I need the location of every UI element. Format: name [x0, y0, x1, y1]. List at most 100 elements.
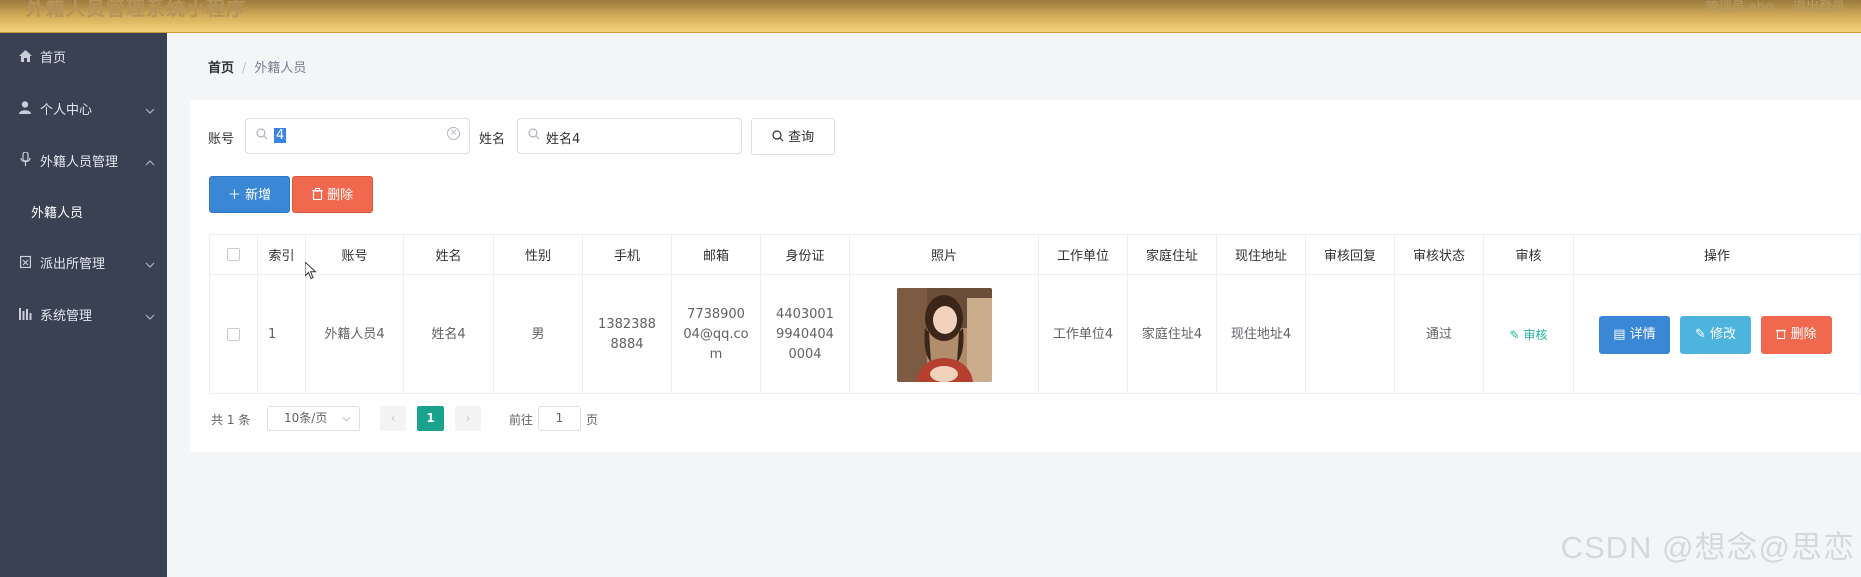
home-icon — [18, 33, 32, 85]
chevron-down-icon — [342, 407, 351, 430]
column-header: 工作单位 — [1039, 235, 1128, 275]
prev-page-button[interactable]: ‹ — [380, 406, 406, 431]
add-button[interactable]: ＋ 新增 — [209, 176, 290, 213]
document-icon: ▤ — [1613, 327, 1626, 342]
admin-label: 管理员 abo — [1705, 0, 1773, 15]
cell-audit-reply — [1306, 275, 1395, 394]
breadcrumb-current: 外籍人员 — [254, 61, 307, 76]
column-header: 索引 — [258, 235, 306, 275]
row-checkbox[interactable] — [227, 328, 240, 341]
column-header: 现住地址 — [1217, 235, 1306, 275]
breadcrumb-separator: / — [242, 61, 247, 76]
cell-current-address: 现住地址4 — [1217, 275, 1306, 394]
search-icon — [256, 128, 268, 143]
cell-account: 外籍人员4 — [306, 275, 404, 394]
account-search-input[interactable]: 4 × — [245, 118, 470, 154]
sidebar-item-label: 外籍人员管理 — [40, 155, 119, 170]
cell-phone: 13823888884 — [583, 275, 672, 394]
chevron-down-icon — [145, 239, 155, 291]
edit-icon: ✎ — [1509, 327, 1520, 342]
batch-delete-button[interactable]: 删除 — [292, 176, 373, 213]
data-table: 索引 账号 姓名 性别 手机 邮箱 身份证 照片 工作单位 家庭住址 现住地址 … — [209, 234, 1861, 394]
sidebar-item-label: 首页 — [40, 51, 67, 66]
sidebar-item-label: 个人中心 — [40, 103, 93, 118]
column-header: 手机 — [583, 235, 672, 275]
name-search-input[interactable]: 姓名4 — [517, 118, 742, 154]
watermark: CSDN @想念@思恋 — [1560, 530, 1855, 565]
sidebar-item-home[interactable]: 首页 — [0, 33, 167, 85]
sidebar-item-police-station[interactable]: 派出所管理 — [0, 239, 167, 291]
column-header: 姓名 — [404, 235, 494, 275]
logout-link[interactable]: 退出登录 — [1793, 0, 1845, 15]
trash-icon — [1776, 327, 1787, 342]
sidebar-item-personal-center[interactable]: 个人中心 — [0, 85, 167, 137]
detail-button[interactable]: ▤ 详情 — [1599, 316, 1670, 354]
next-page-button[interactable]: › — [455, 406, 481, 431]
name-label: 姓名 — [479, 132, 506, 147]
cell-photo — [850, 275, 1039, 394]
search-icon — [772, 130, 784, 145]
batch-delete-button-label: 删除 — [327, 188, 354, 203]
select-all-checkbox[interactable] — [227, 248, 240, 261]
sidebar-item-system-management[interactable]: 系统管理 — [0, 291, 167, 343]
row-checkbox-cell — [210, 275, 258, 394]
page-number-current[interactable]: 1 — [417, 406, 444, 431]
column-header: 邮箱 — [672, 235, 761, 275]
edit-icon: ✎ — [1694, 327, 1706, 342]
column-header: 审核状态 — [1395, 235, 1484, 275]
page-suffix: 页 — [586, 413, 599, 427]
audit-link[interactable]: ✎ 审核 — [1510, 325, 1548, 345]
sidebar-item-label: 系统管理 — [40, 309, 93, 324]
select-all-checkbox-cell — [210, 235, 258, 275]
sidebar-subitem-foreigner[interactable]: 外籍人员 — [0, 189, 167, 239]
top-header: 外籍人员管理系统小程序 管理员 abo 退出登录 — [0, 0, 1861, 33]
column-header: 照片 — [850, 235, 1039, 275]
chart-icon — [18, 291, 32, 343]
clipboard-icon — [18, 239, 32, 291]
breadcrumb: 首页 / 外籍人员 — [208, 57, 306, 76]
user-icon — [18, 85, 32, 137]
audit-link-label: 审核 — [1523, 327, 1548, 342]
cell-audit: ✎ 审核 — [1484, 275, 1574, 394]
column-header: 家庭住址 — [1128, 235, 1217, 275]
edit-button[interactable]: ✎ 修改 — [1680, 316, 1751, 354]
name-search-value: 姓名4 — [546, 132, 581, 147]
page-size-select[interactable]: 10条/页 — [267, 406, 360, 431]
delete-button-label: 删除 — [1790, 327, 1817, 342]
column-header: 账号 — [306, 235, 404, 275]
person-photo[interactable] — [896, 287, 992, 382]
cell-gender: 男 — [494, 275, 583, 394]
search-icon — [528, 128, 540, 143]
trash-icon — [311, 188, 323, 203]
breadcrumb-home[interactable]: 首页 — [208, 61, 234, 76]
cell-index: 1 — [258, 275, 306, 394]
account-search-value: 4 — [274, 128, 287, 143]
mic-icon — [18, 137, 32, 189]
goto-label: 前往 — [509, 413, 534, 427]
column-header: 身份证 — [761, 235, 850, 275]
detail-button-label: 详情 — [1629, 327, 1656, 342]
query-button[interactable]: 查询 — [751, 118, 835, 155]
goto-page-input[interactable]: 1 — [538, 406, 581, 431]
sidebar-item-foreigner-management[interactable]: 外籍人员管理 — [0, 137, 167, 189]
clear-icon[interactable]: × — [447, 127, 460, 140]
cell-home-address: 家庭住址4 — [1128, 275, 1217, 394]
sidebar-item-label: 派出所管理 — [40, 257, 106, 272]
delete-button[interactable]: 删除 — [1761, 316, 1832, 354]
chevron-up-icon — [145, 137, 155, 189]
sidebar: 首页 个人中心 外籍人员管理 外籍人员 派出所管理 系统管理 — [0, 33, 167, 577]
cell-work-unit: 工作单位4 — [1039, 275, 1128, 394]
column-header: 审核回复 — [1306, 235, 1395, 275]
chevron-down-icon — [145, 85, 155, 137]
cell-name: 姓名4 — [404, 275, 494, 394]
page-size-value: 10条/页 — [284, 411, 328, 425]
column-header: 审核 — [1484, 235, 1574, 275]
app-title: 外籍人员管理系统小程序 — [26, 0, 247, 20]
chevron-down-icon — [145, 291, 155, 343]
cell-id-card: 440300199404040004 — [761, 275, 850, 394]
pagination-total: 共 1 条 — [211, 413, 251, 427]
cell-audit-status: 通过 — [1395, 275, 1484, 394]
cell-email: 773890004@qq.com — [672, 275, 761, 394]
mouse-cursor-icon — [304, 260, 317, 284]
plus-icon: ＋ — [227, 188, 241, 203]
